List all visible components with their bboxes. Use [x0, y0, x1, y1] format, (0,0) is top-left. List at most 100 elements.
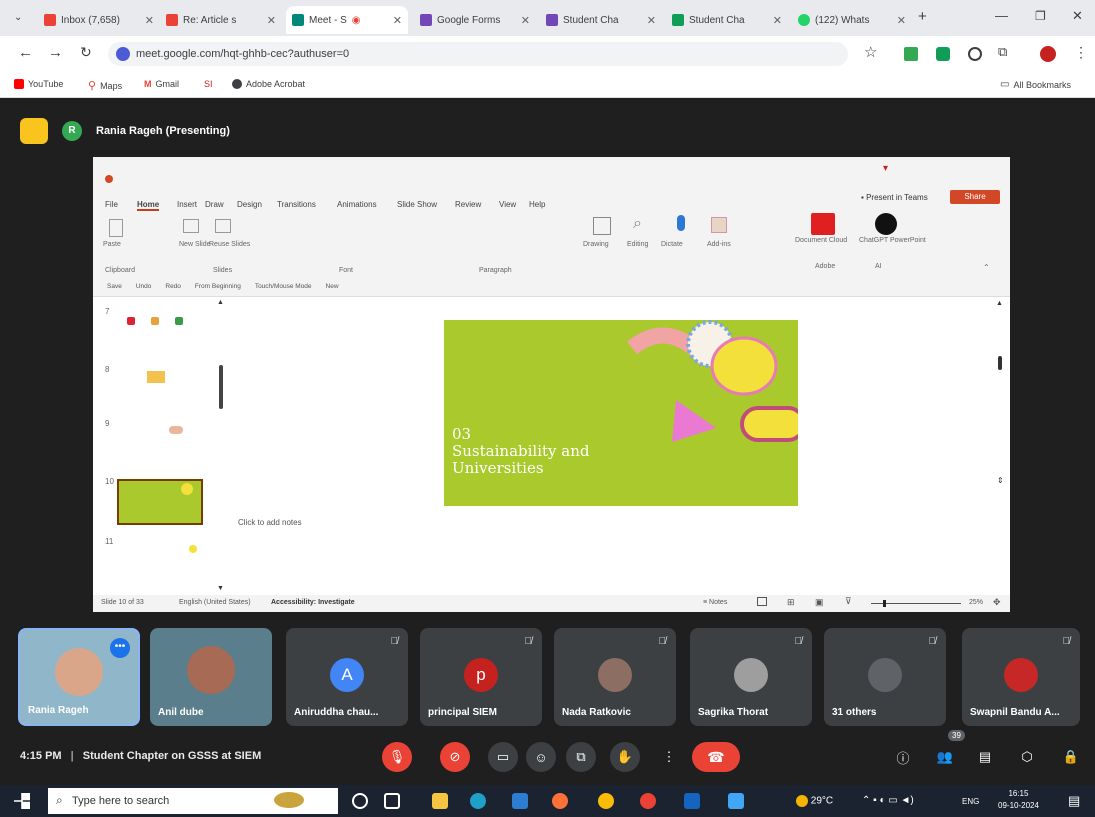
document-cloud-icon[interactable] [811, 213, 835, 235]
activities-icon[interactable]: ⬡ [1012, 742, 1042, 772]
qat-new[interactable]: New [326, 283, 339, 290]
collapse-ribbon-icon[interactable]: ⌃ [983, 263, 990, 272]
ppt-menu-review[interactable]: Review [455, 200, 481, 209]
notes-button[interactable]: ≡ Notes [703, 599, 727, 606]
new-slide-icon[interactable] [183, 219, 199, 233]
cortana-icon[interactable] [352, 793, 368, 809]
participant-tile[interactable]: ••• Rania Rageh [18, 628, 140, 726]
back-button[interactable]: ← [18, 44, 33, 61]
bookmark-star-icon[interactable]: ☆ [864, 43, 877, 61]
firefox-icon[interactable] [552, 793, 568, 809]
present-in-teams-button[interactable]: ▪ Present in Teams [861, 193, 928, 202]
ribbon-label-chatgpt-powerpoint[interactable]: ChatGPT PowerPoint [859, 237, 926, 244]
slide-thumbnail-7[interactable] [119, 309, 191, 351]
input-language[interactable]: ENG [962, 797, 979, 806]
slide-thumbnail-10-selected[interactable] [117, 479, 203, 525]
slide-thumbnail-8[interactable] [119, 359, 191, 401]
tab-search-icon[interactable]: ⌄ [14, 12, 22, 23]
current-slide[interactable]: 03 Sustainability and Universities [444, 320, 798, 506]
system-clock[interactable]: 16:15 09-10-2024 [998, 788, 1039, 812]
tab-re-article[interactable]: Re: Article s ✕ [160, 6, 282, 34]
ppt-menu-insert[interactable]: Insert [177, 200, 197, 209]
raise-hand-button[interactable]: ✋ [610, 742, 640, 772]
forward-button[interactable]: → [48, 44, 63, 61]
microphone-icon[interactable] [677, 215, 685, 231]
qat-from-beginning[interactable]: From Beginning [195, 283, 241, 290]
participant-tile[interactable]: 🎙̸ 31 others [824, 628, 946, 726]
bookmark-si[interactable]: SI [204, 79, 213, 89]
thumb-scroll-down-icon[interactable]: ▼ [217, 585, 224, 592]
present-screen-button[interactable]: ⧉ [566, 742, 596, 772]
thumb-scroll-up-icon[interactable]: ▲ [217, 299, 224, 306]
ppt-menu-home[interactable]: Home [137, 200, 160, 211]
chat-icon[interactable]: ▤ [970, 742, 1000, 772]
reuse-slides-icon[interactable] [215, 219, 231, 233]
ribbon-label-ai[interactable]: AI [875, 263, 882, 270]
qat-undo[interactable]: Undo [136, 283, 152, 290]
ribbon-label-paragraph[interactable]: Paragraph [479, 267, 512, 274]
task-view-icon[interactable] [384, 793, 400, 809]
taskbar-search-input[interactable]: ⌕ Type here to search [48, 788, 338, 814]
editor-scrollbar[interactable] [998, 356, 1002, 370]
participant-tile[interactable]: Anil dube [150, 628, 272, 726]
extension-icon[interactable] [968, 47, 982, 61]
slide-thumbnail-11[interactable] [119, 535, 197, 575]
chrome-icon[interactable] [598, 793, 614, 809]
ribbon-label-slides[interactable]: Slides [213, 267, 232, 274]
tab-meet[interactable]: Meet - S ◉ ✕ [286, 6, 408, 34]
extensions-puzzle-icon[interactable]: ⧉ [998, 44, 1007, 60]
meeting-details-icon[interactable]: ⓘ [888, 742, 918, 772]
ribbon-label-drawing[interactable]: Drawing [583, 241, 609, 248]
store-icon[interactable] [512, 793, 528, 809]
qat-save[interactable]: Save [107, 283, 122, 290]
normal-view-icon[interactable] [757, 597, 767, 606]
tray-icons[interactable]: ⌃ ▪ ◐ ▭ ◄) [862, 795, 914, 806]
edge-icon[interactable] [470, 793, 486, 809]
reading-view-icon[interactable]: ▣ [815, 597, 824, 608]
captions-button[interactable]: ▭ [488, 742, 518, 772]
app-icon[interactable] [684, 793, 700, 809]
bookmark-youtube[interactable]: YouTube [14, 79, 63, 89]
ribbon-label-clipboard[interactable]: Clipboard [105, 267, 135, 274]
language-status[interactable]: English (United States) [179, 599, 251, 606]
participant-tile[interactable]: p 🎙̸ principal SIEM [420, 628, 542, 726]
tab-inbox[interactable]: Inbox (7,658) ✕ [38, 6, 160, 34]
profile-avatar[interactable] [1040, 46, 1056, 62]
ribbon-label-editing[interactable]: Editing [627, 241, 648, 248]
participant-tile[interactable]: 🎙̸ Swapnil Bandu A... [962, 628, 1080, 726]
ppt-menu-help[interactable]: Help [529, 200, 545, 209]
minimize-button[interactable]: — [995, 8, 1008, 23]
participant-tile[interactable]: A 🎙̸ Aniruddha chau... [286, 628, 408, 726]
notes-placeholder[interactable]: Click to add notes [238, 518, 302, 527]
all-bookmarks[interactable]: ▭ All Bookmarks [1000, 79, 1071, 90]
editor-scroll-up-icon[interactable]: ▲ [996, 300, 1003, 307]
close-icon[interactable]: ✕ [897, 14, 906, 27]
close-icon[interactable]: ✕ [521, 14, 530, 27]
more-options-button[interactable]: ⋮ [654, 742, 684, 772]
ribbon-label-add-ins[interactable]: Add-ins [707, 241, 731, 248]
chatgpt-icon[interactable] [875, 213, 897, 235]
add-ins-icon[interactable] [711, 217, 727, 233]
bookmark-maps[interactable]: ⚲ Maps [88, 79, 122, 92]
ribbon-label-document-cloud[interactable]: Document Cloud [795, 237, 847, 244]
close-icon[interactable]: ✕ [647, 14, 656, 27]
ribbon-label-font[interactable]: Font [339, 267, 353, 274]
ppt-menu-slide-show[interactable]: Slide Show [397, 200, 437, 209]
close-icon[interactable]: ✕ [145, 14, 154, 27]
participant-tile[interactable]: 🎙̸ Nada Ratkovic [554, 628, 676, 726]
thumbs-scrollbar[interactable] [219, 365, 223, 409]
close-window-button[interactable]: ✕ [1072, 8, 1083, 24]
site-info-icon[interactable] [116, 47, 130, 61]
slide-thumbnail-9[interactable] [119, 412, 191, 454]
close-icon[interactable]: ✕ [393, 14, 402, 27]
host-controls-icon[interactable]: 🔒 [1056, 742, 1086, 772]
emoji-reactions-button[interactable]: ☺ [526, 742, 556, 772]
mic-off-button[interactable]: 🎙 [382, 742, 412, 772]
share-button[interactable]: Share [950, 190, 1000, 204]
restore-button[interactable]: ❐ [1035, 9, 1046, 23]
extension-icon[interactable] [904, 47, 918, 61]
ppt-menu-animations[interactable]: Animations [337, 200, 377, 209]
ribbon-label-adobe[interactable]: Adobe [815, 263, 835, 270]
tab-whatsapp[interactable]: (122) Whats ✕ [792, 6, 912, 34]
ppt-menu-draw[interactable]: Draw [205, 200, 224, 209]
